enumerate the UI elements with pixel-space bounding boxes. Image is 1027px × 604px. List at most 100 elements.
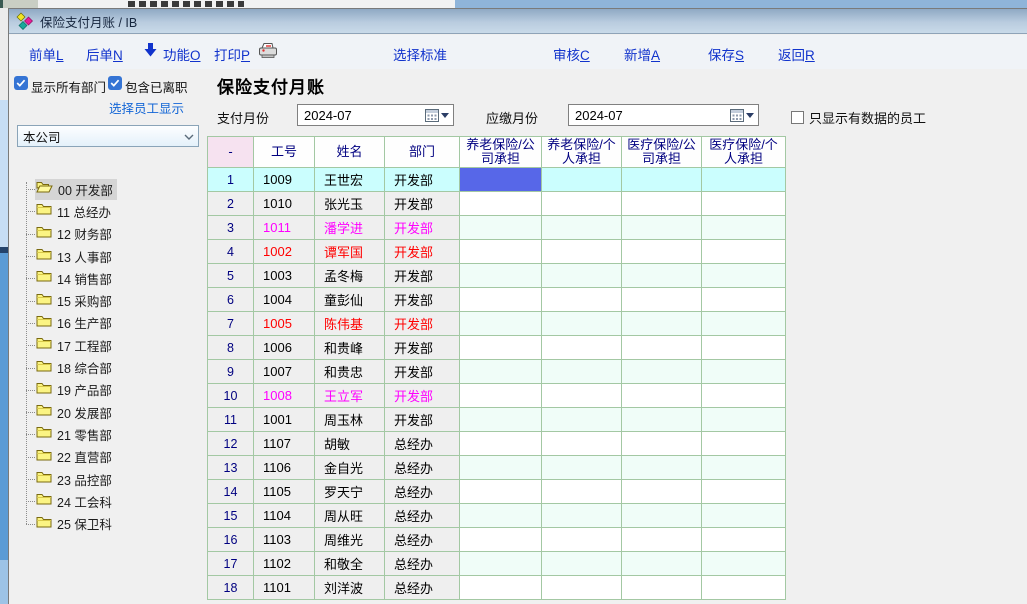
cell-pension-personal[interactable]	[542, 216, 622, 240]
cell-name[interactable]: 和贵忠	[315, 360, 385, 384]
cell-row-number[interactable]: 2	[208, 192, 254, 216]
cell-row-number[interactable]: 16	[208, 528, 254, 552]
cell-pension-personal[interactable]	[542, 192, 622, 216]
column-header-4[interactable]: 养老保险/公司承担	[460, 137, 542, 168]
cell-medical-personal[interactable]	[702, 576, 786, 600]
cell-dept[interactable]: 开发部	[385, 168, 460, 192]
cell-medical-personal[interactable]	[702, 288, 786, 312]
tree-item-dept-15[interactable]: 15 采购部	[9, 289, 204, 311]
cell-employee-id[interactable]: 1107	[254, 432, 315, 456]
cell-dept[interactable]: 开发部	[385, 336, 460, 360]
cell-row-number[interactable]: 11	[208, 408, 254, 432]
cell-pension-company[interactable]	[460, 456, 542, 480]
calendar-icon[interactable]	[425, 109, 439, 122]
cell-medical-personal[interactable]	[702, 240, 786, 264]
cell-pension-personal[interactable]	[542, 312, 622, 336]
cell-employee-id[interactable]: 1005	[254, 312, 315, 336]
toolbar-button-add[interactable]: 新增A	[624, 44, 660, 64]
tree-item-dept-24[interactable]: 24 工会科	[9, 490, 204, 512]
cell-row-number[interactable]: 7	[208, 312, 254, 336]
cell-name[interactable]: 胡敏	[315, 432, 385, 456]
cell-name[interactable]: 周玉林	[315, 408, 385, 432]
column-header-2[interactable]: 姓名	[315, 137, 385, 168]
cell-dept[interactable]: 开发部	[385, 288, 460, 312]
cell-name[interactable]: 和敬全	[315, 552, 385, 576]
tree-item-dept-16[interactable]: 16 生产部	[9, 312, 204, 334]
cell-name[interactable]: 罗天宁	[315, 480, 385, 504]
cell-pension-personal[interactable]	[542, 528, 622, 552]
cell-row-number[interactable]: 10	[208, 384, 254, 408]
cell-employee-id[interactable]: 1001	[254, 408, 315, 432]
column-header-6[interactable]: 医疗保险/公司承担	[622, 137, 702, 168]
cell-pension-company[interactable]	[460, 360, 542, 384]
cell-pension-personal[interactable]	[542, 576, 622, 600]
cell-medical-company[interactable]	[622, 384, 702, 408]
cell-pension-personal[interactable]	[542, 168, 622, 192]
cell-dept[interactable]: 总经办	[385, 504, 460, 528]
cell-pension-personal[interactable]	[542, 456, 622, 480]
cell-name[interactable]: 和贵峰	[315, 336, 385, 360]
cell-medical-company[interactable]	[622, 240, 702, 264]
cell-dept[interactable]: 总经办	[385, 528, 460, 552]
cell-medical-company[interactable]	[622, 432, 702, 456]
cell-medical-personal[interactable]	[702, 192, 786, 216]
cell-employee-id[interactable]: 1003	[254, 264, 315, 288]
cell-pension-personal[interactable]	[542, 480, 622, 504]
cell-pension-personal[interactable]	[542, 408, 622, 432]
printer-icon[interactable]	[257, 42, 280, 59]
cell-pension-company[interactable]	[460, 168, 542, 192]
cell-pension-personal[interactable]	[542, 432, 622, 456]
toolbar-button-func[interactable]: 功能O	[163, 44, 201, 64]
cell-pension-company[interactable]	[460, 480, 542, 504]
cell-pension-personal[interactable]	[542, 552, 622, 576]
cell-medical-company[interactable]	[622, 504, 702, 528]
cell-pension-company[interactable]	[460, 192, 542, 216]
only-with-data-checkbox[interactable]	[791, 111, 804, 124]
cell-name[interactable]: 周从旺	[315, 504, 385, 528]
cell-pension-personal[interactable]	[542, 240, 622, 264]
tree-item-dept-13[interactable]: 13 人事部	[9, 245, 204, 267]
show-all-depts-checkbox[interactable]	[14, 76, 28, 90]
cell-employee-id[interactable]: 1010	[254, 192, 315, 216]
cell-row-number[interactable]: 9	[208, 360, 254, 384]
cell-employee-id[interactable]: 1009	[254, 168, 315, 192]
dropdown-arrow-icon[interactable]	[441, 113, 449, 118]
cell-dept[interactable]: 开发部	[385, 240, 460, 264]
pay-month-input[interactable]: 2024-07	[297, 104, 454, 126]
cell-employee-id[interactable]: 1105	[254, 480, 315, 504]
cell-medical-company[interactable]	[622, 288, 702, 312]
cell-medical-company[interactable]	[622, 312, 702, 336]
tree-item-dept-17[interactable]: 17 工程部	[9, 334, 204, 356]
cell-employee-id[interactable]: 1007	[254, 360, 315, 384]
cell-row-number[interactable]: 14	[208, 480, 254, 504]
cell-dept[interactable]: 总经办	[385, 576, 460, 600]
cell-pension-personal[interactable]	[542, 264, 622, 288]
cell-pension-personal[interactable]	[542, 288, 622, 312]
cell-row-number[interactable]: 13	[208, 456, 254, 480]
cell-medical-personal[interactable]	[702, 480, 786, 504]
tree-item-dept-11[interactable]: 11 总经办	[9, 200, 204, 222]
cell-medical-personal[interactable]	[702, 528, 786, 552]
calendar-icon[interactable]	[730, 109, 744, 122]
cell-medical-personal[interactable]	[702, 504, 786, 528]
toolbar-button-audit[interactable]: 审核C	[553, 44, 590, 64]
column-header-0[interactable]: -	[208, 137, 254, 168]
cell-pension-company[interactable]	[460, 504, 542, 528]
cell-medical-company[interactable]	[622, 360, 702, 384]
cell-row-number[interactable]: 5	[208, 264, 254, 288]
cell-name[interactable]: 谭军国	[315, 240, 385, 264]
cell-medical-personal[interactable]	[702, 432, 786, 456]
cell-employee-id[interactable]: 1006	[254, 336, 315, 360]
cell-row-number[interactable]: 15	[208, 504, 254, 528]
cell-medical-personal[interactable]	[702, 456, 786, 480]
select-employee-display-link[interactable]: 选择员工显示	[109, 98, 184, 117]
cell-medical-company[interactable]	[622, 552, 702, 576]
cell-medical-company[interactable]	[622, 192, 702, 216]
cell-dept[interactable]: 开发部	[385, 360, 460, 384]
cell-pension-company[interactable]	[460, 216, 542, 240]
cell-employee-id[interactable]: 1104	[254, 504, 315, 528]
cell-pension-personal[interactable]	[542, 504, 622, 528]
cell-name[interactable]: 潘学进	[315, 216, 385, 240]
cell-medical-company[interactable]	[622, 456, 702, 480]
cell-pension-personal[interactable]	[542, 360, 622, 384]
